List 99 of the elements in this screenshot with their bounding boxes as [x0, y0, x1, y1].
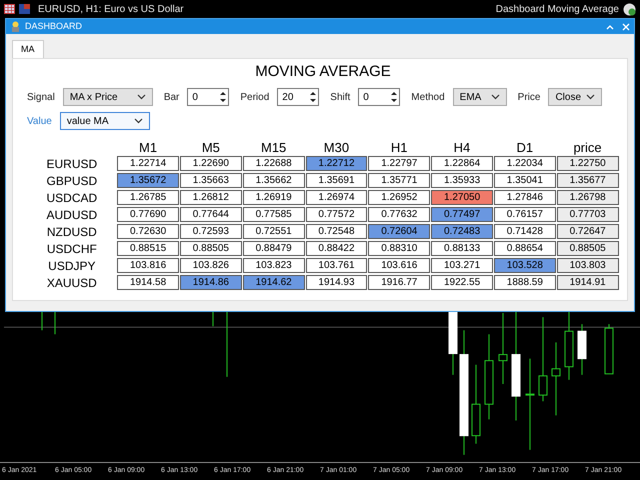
value-cell: 103.803 — [556, 258, 619, 273]
value-cell: 1.22750 — [556, 156, 619, 171]
value-cell: 1.26919 — [242, 190, 305, 205]
value-cell: 103.271 — [431, 258, 493, 273]
control-label: Shift — [330, 90, 350, 104]
value-cell: 0.77703 — [556, 207, 619, 222]
value-cell: 1888.59 — [494, 275, 556, 290]
value-cell: 1.26952 — [368, 190, 430, 205]
value-cell: 0.71428 — [494, 224, 556, 239]
value-cell: 1.22864 — [431, 156, 493, 171]
value-cell: 1.22690 — [180, 156, 242, 171]
symbol-label: XAUUSD — [46, 274, 98, 292]
symbol-label: USDCAD — [46, 190, 98, 206]
value-cell: 1914.62 — [242, 275, 305, 290]
column-header: M5 — [200, 140, 221, 155]
value-cell: 1.22797 — [368, 156, 430, 171]
column-header: M1 — [138, 140, 158, 155]
value-cell: 1.22034 — [494, 156, 556, 171]
symbol-label: USDCHF — [46, 240, 98, 258]
value-cell: 103.761 — [306, 258, 368, 273]
value-cell: 0.72483 — [431, 224, 493, 239]
value-cell: 1.22712 — [306, 156, 368, 171]
panel-title: MOVING AVERAGE — [254, 63, 392, 81]
chart-title: EURUSD, H1: Euro vs US Dollar — [38, 2, 184, 16]
value-cell: 0.77572 — [306, 207, 368, 222]
control-label: Price — [518, 90, 540, 104]
column-header: M15 — [260, 140, 288, 155]
value-cell: 1914.58 — [117, 275, 179, 290]
value-cell: 1.35662 — [242, 173, 305, 188]
value-cell: 0.72548 — [306, 224, 368, 239]
control-label: Method — [411, 90, 445, 104]
value-cell: 1.26974 — [306, 190, 368, 205]
value-cell: 0.72647 — [556, 224, 619, 239]
control-label: Bar — [164, 90, 180, 104]
value-cell: 0.88479 — [242, 241, 305, 256]
value-cell: 0.77644 — [180, 207, 242, 222]
column-header: H1 — [390, 140, 409, 155]
column-header: M30 — [322, 140, 350, 155]
value-cell: 1.35677 — [556, 173, 619, 188]
symbol-label: AUDUSD — [46, 206, 98, 224]
symbol-label: EURUSD — [46, 156, 98, 172]
value-cell: 0.88515 — [117, 241, 179, 256]
symbol-label: USDJPY — [47, 258, 97, 274]
value-cell: 1.26785 — [117, 190, 179, 205]
value-cell: 1922.55 — [431, 275, 493, 290]
value-cell: 0.77632 — [368, 207, 430, 222]
control-label: Period — [240, 90, 270, 104]
value-cell: 0.72551 — [242, 224, 305, 239]
value-cell: 0.77497 — [431, 207, 493, 222]
value-cell: 0.77585 — [242, 207, 305, 222]
value-cell: 1.22688 — [242, 156, 305, 171]
value-cell: 0.88310 — [368, 241, 430, 256]
value-cell: 1.35041 — [494, 173, 556, 188]
value-cell: 0.77690 — [117, 207, 179, 222]
column-header: price — [572, 140, 603, 155]
value-cell: 0.88133 — [431, 241, 493, 256]
number-spinner[interactable]: 0 — [187, 88, 230, 106]
column-header: H4 — [452, 140, 472, 155]
value-cell: 0.88505 — [180, 241, 242, 256]
value-cell: 0.88654 — [494, 241, 556, 256]
indicator-name: Dashboard Moving Average — [496, 2, 619, 16]
value-cell: 103.826 — [180, 258, 242, 273]
dropdown[interactable]: EMA — [452, 88, 507, 106]
value-cell: 1916.77 — [368, 275, 430, 290]
value-cell: 103.823 — [242, 258, 305, 273]
value-cell: 1.27050 — [431, 190, 493, 205]
value-cell: 1914.91 — [556, 275, 619, 290]
value-cell: 0.88505 — [556, 241, 619, 256]
value-cell: 0.76157 — [494, 207, 556, 222]
value-cell: 1.26798 — [556, 190, 619, 205]
column-header: D1 — [515, 140, 534, 155]
control-label: Signal — [27, 90, 55, 104]
value-cell: 1.35672 — [117, 173, 179, 188]
value-cell: 103.528 — [494, 258, 556, 273]
value-cell: 103.816 — [117, 258, 179, 273]
dropdown[interactable]: Close — [548, 88, 602, 106]
value-cell: 0.72593 — [180, 224, 242, 239]
value-cell: 0.72604 — [368, 224, 430, 239]
value-cell: 0.72630 — [117, 224, 179, 239]
value-cell: 1914.93 — [306, 275, 368, 290]
symbol-label: NZDUSD — [46, 224, 98, 240]
number-spinner[interactable]: 0 — [358, 88, 400, 106]
value-cell: 103.616 — [368, 258, 430, 273]
value-cell: 1.27846 — [494, 190, 556, 205]
window-title: DASHBOARD — [25, 20, 82, 33]
dropdown[interactable]: MA x Price — [62, 88, 153, 106]
value-cell: 1914.86 — [180, 275, 242, 290]
value-cell: 1.35663 — [180, 173, 242, 188]
dropdown[interactable]: value MA — [60, 112, 150, 130]
value-cell: 1.35771 — [368, 173, 430, 188]
value-cell: 0.88422 — [306, 241, 368, 256]
number-spinner[interactable]: 20 — [277, 88, 320, 106]
value-cell: 1.35691 — [306, 173, 368, 188]
tab[interactable]: MA — [12, 40, 44, 58]
value-cell: 1.26812 — [180, 190, 242, 205]
value-cell: 1.22714 — [117, 156, 179, 171]
value-cell: 1.35933 — [431, 173, 493, 188]
symbol-label: GBPUSD — [46, 172, 98, 190]
control-label: Value — [27, 114, 52, 128]
